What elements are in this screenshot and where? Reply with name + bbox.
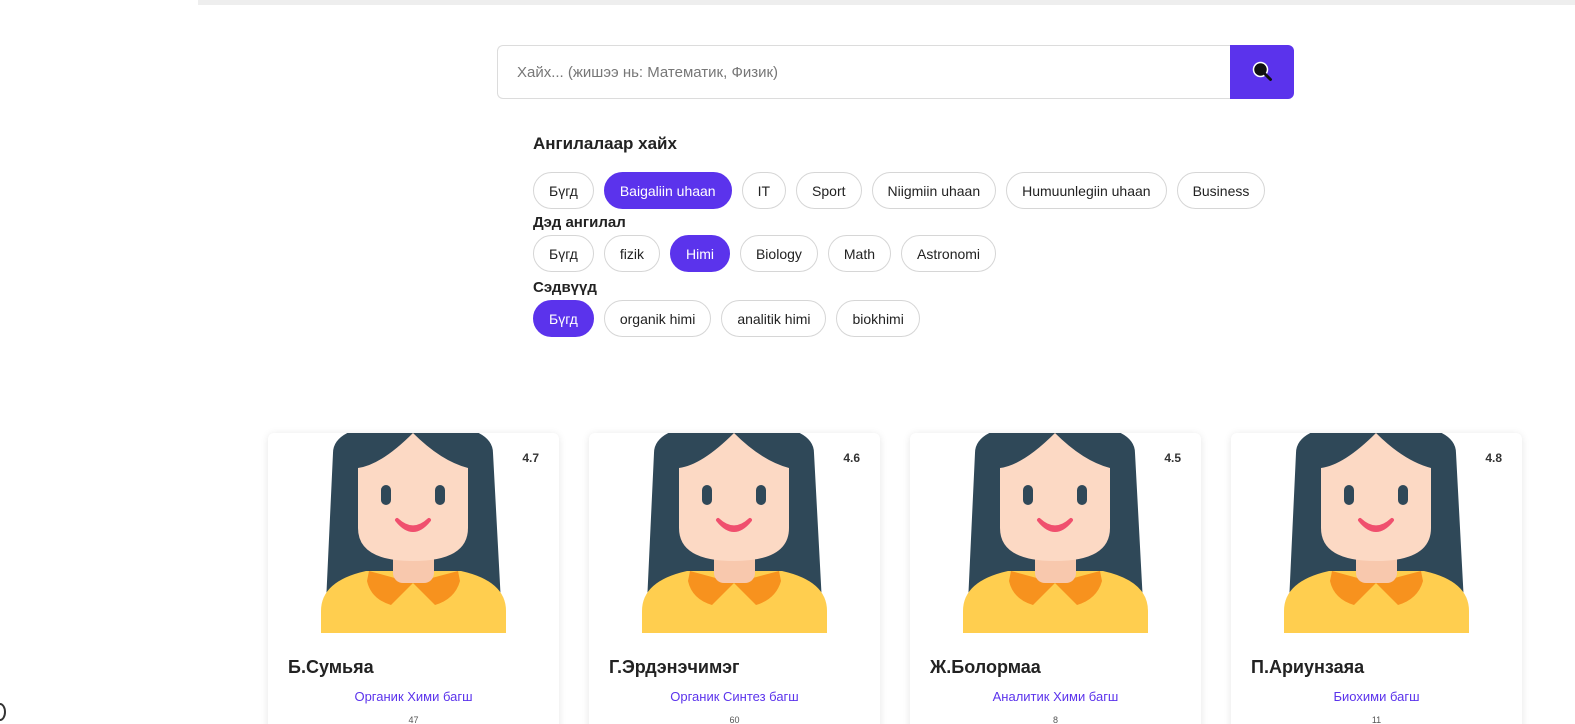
- category-chip-humuunlegiin-uhaan[interactable]: Humuunlegiin uhaan: [1006, 172, 1167, 209]
- teacher-rating: 4.7: [522, 451, 539, 465]
- teacher-avatar: [642, 433, 827, 633]
- teacher-card[interactable]: 4.6 Г.Эрдэнэчимэг Органик Синтез багш 60: [589, 433, 880, 724]
- teacher-meta: 47: [408, 715, 419, 724]
- category-filter-title: Ангилалаар хайх: [533, 134, 677, 153]
- teacher-rating: 4.5: [1164, 451, 1181, 465]
- topic-chips: Бүгд organik himi analitik himi biokhimi: [533, 300, 1433, 337]
- teacher-card[interactable]: 4.7 Б.Сумьяа Органик Хими багш 47: [268, 433, 559, 724]
- search-input[interactable]: [497, 45, 1230, 99]
- teacher-role: Биохими багш: [1333, 689, 1420, 704]
- subcategory-chip-math[interactable]: Math: [827, 235, 892, 272]
- teacher-name: Ж.Болормаа: [930, 657, 1041, 677]
- teacher-meta: 8: [1052, 715, 1058, 724]
- teacher-avatar: [963, 433, 1148, 633]
- teacher-rating: 4.8: [1485, 451, 1502, 465]
- scroll-indicator: [0, 703, 6, 721]
- teacher-role: Аналитик Хими багш: [992, 689, 1119, 704]
- category-chip-sport[interactable]: Sport: [796, 172, 862, 209]
- teacher-avatar: [1284, 433, 1469, 633]
- category-chip-baigaliin-uhaan[interactable]: Baigaliin uhaan: [603, 172, 732, 209]
- teacher-card-list: 4.7 Б.Сумьяа Органик Хими багш 47 4.6 Г.…: [268, 433, 1522, 724]
- teacher-meta: 60: [729, 715, 740, 724]
- subcategory-filter-title: Дэд ангилал: [533, 214, 626, 231]
- top-bar: [198, 0, 1575, 5]
- search-bar: [497, 45, 1294, 99]
- category-chips: Бүгд Baigaliin uhaan IT Sport Niigmiin u…: [533, 172, 1433, 209]
- teacher-card[interactable]: 4.8 П.Ариунзаяа Биохими багш 11: [1231, 433, 1522, 724]
- topic-chip-biokhimi[interactable]: biokhimi: [836, 300, 920, 337]
- teacher-name: П.Ариунзаяа: [1251, 657, 1365, 677]
- subcategory-chips: Бүгд fizik Himi Biology Math Astronomi: [533, 235, 1433, 272]
- filter-panel: Ангилалаар хайх Бүгд Baigaliin uhaan IT …: [533, 133, 1433, 337]
- teacher-role: Органик Синтез багш: [670, 689, 799, 704]
- subcategory-chip-himi[interactable]: Himi: [669, 235, 730, 272]
- subcategory-chip-biology[interactable]: Biology: [739, 235, 818, 272]
- topic-chip-organik-himi[interactable]: organik himi: [603, 300, 712, 337]
- teacher-name: Г.Эрдэнэчимэг: [609, 657, 740, 677]
- category-chip-it[interactable]: IT: [741, 172, 787, 209]
- search-icon: [1251, 60, 1273, 85]
- category-chip-all[interactable]: Бүгд: [533, 172, 594, 209]
- category-chip-business[interactable]: Business: [1176, 172, 1266, 209]
- teacher-card[interactable]: 4.5 Ж.Болормаа Аналитик Хими багш 8: [910, 433, 1201, 724]
- search-button[interactable]: [1230, 45, 1294, 99]
- teacher-role: Органик Хими багш: [354, 689, 473, 704]
- subcategory-chip-fizik[interactable]: fizik: [603, 235, 660, 272]
- subcategory-chip-astronomi[interactable]: Astronomi: [901, 235, 997, 272]
- category-chip-niigmiin-uhaan[interactable]: Niigmiin uhaan: [871, 172, 997, 209]
- topics-filter-title: Сэдвүүд: [533, 279, 597, 296]
- teacher-avatar: [321, 433, 506, 633]
- teacher-name: Б.Сумьяа: [288, 657, 374, 677]
- teacher-meta: 11: [1371, 715, 1382, 724]
- topic-chip-analitik-himi[interactable]: analitik himi: [721, 300, 827, 337]
- teacher-rating: 4.6: [843, 451, 860, 465]
- subcategory-chip-all[interactable]: Бүгд: [533, 235, 594, 272]
- topic-chip-all[interactable]: Бүгд: [533, 300, 594, 337]
